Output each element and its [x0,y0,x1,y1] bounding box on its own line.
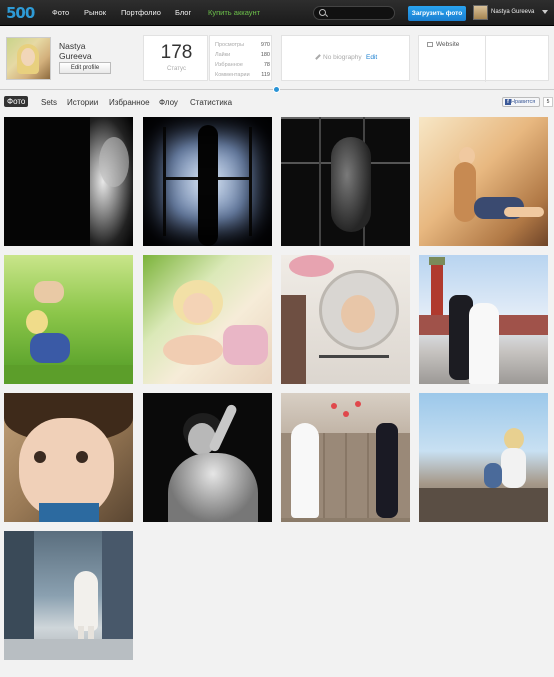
nav-link-blog[interactable]: Блог [175,8,191,17]
stats-list: Просмотры 970 Лайки 180 Избранное 78 Коммен… [209,35,272,81]
search-input[interactable] [313,6,395,20]
photo-thumbnail[interactable] [4,117,133,246]
profile-name: Nastya Gureeva [59,41,92,61]
nav-link-buy-account[interactable]: Купить аккаунт [208,8,260,17]
user-menu-name[interactable]: Nastya Gureeva [491,9,534,15]
bio-edit-link[interactable]: Edit [366,54,377,61]
photo-thumbnail[interactable] [281,393,410,522]
top-navigation: 500 Фото Рынок Портфолио Блог Купить акк… [0,0,554,26]
status-label: Статус [167,66,186,72]
nav-link-market[interactable]: Рынок [84,8,106,17]
stat-likes: Лайки 180 [215,52,270,58]
tab-sets[interactable]: Sets [41,98,57,107]
divider [485,36,486,82]
like-count: 5 [543,97,553,107]
pencil-icon [315,54,321,60]
website-icon [427,42,433,47]
tab-stories[interactable]: Истории [67,98,98,107]
nav-link-photos[interactable]: Фото [52,8,69,17]
tab-favorites[interactable]: Избранное [109,98,150,107]
profile-avatar [6,37,51,80]
stat-favorites: Избранное 78 [215,62,270,68]
photo-thumbnail[interactable] [143,393,272,522]
facebook-like-button[interactable]: f Нравится [502,97,540,107]
chevron-down-icon[interactable] [542,10,548,14]
photo-thumbnail[interactable] [419,117,548,246]
photo-thumbnail[interactable] [143,117,272,246]
photo-thumbnail[interactable] [419,255,548,384]
stat-comments: Комментарии 119 [215,72,270,78]
user-avatar[interactable] [473,5,488,20]
collapse-toggle[interactable] [273,86,280,93]
logo[interactable]: 500 [6,4,35,22]
edit-profile-button[interactable]: Edit profile [59,62,111,74]
photo-thumbnail[interactable] [4,255,133,384]
bio-placeholder: No biography [323,54,362,61]
facebook-icon: f [505,99,511,105]
biography-box: No biography Edit [281,35,410,81]
photo-thumbnail[interactable] [143,255,272,384]
upload-photo-button[interactable]: Загрузить фото [408,6,466,21]
tab-photos[interactable]: Фото [4,96,29,107]
stat-views: Просмотры 970 [215,42,270,48]
nav-link-portfolio[interactable]: Портфолио [121,8,161,17]
website-label[interactable]: Website [436,41,459,48]
tab-statistics[interactable]: Статистика [190,98,232,107]
status-card: 178 Статус [143,35,208,81]
search-icon [319,9,326,16]
photo-thumbnail[interactable] [281,255,410,384]
photo-thumbnail[interactable] [4,531,133,660]
website-box: Website [418,35,549,82]
status-value: 178 [160,42,193,63]
photo-thumbnail[interactable] [419,393,548,522]
photo-thumbnail[interactable] [4,393,133,522]
photo-thumbnail[interactable] [281,117,410,246]
tab-flow[interactable]: Флоу [159,98,178,107]
